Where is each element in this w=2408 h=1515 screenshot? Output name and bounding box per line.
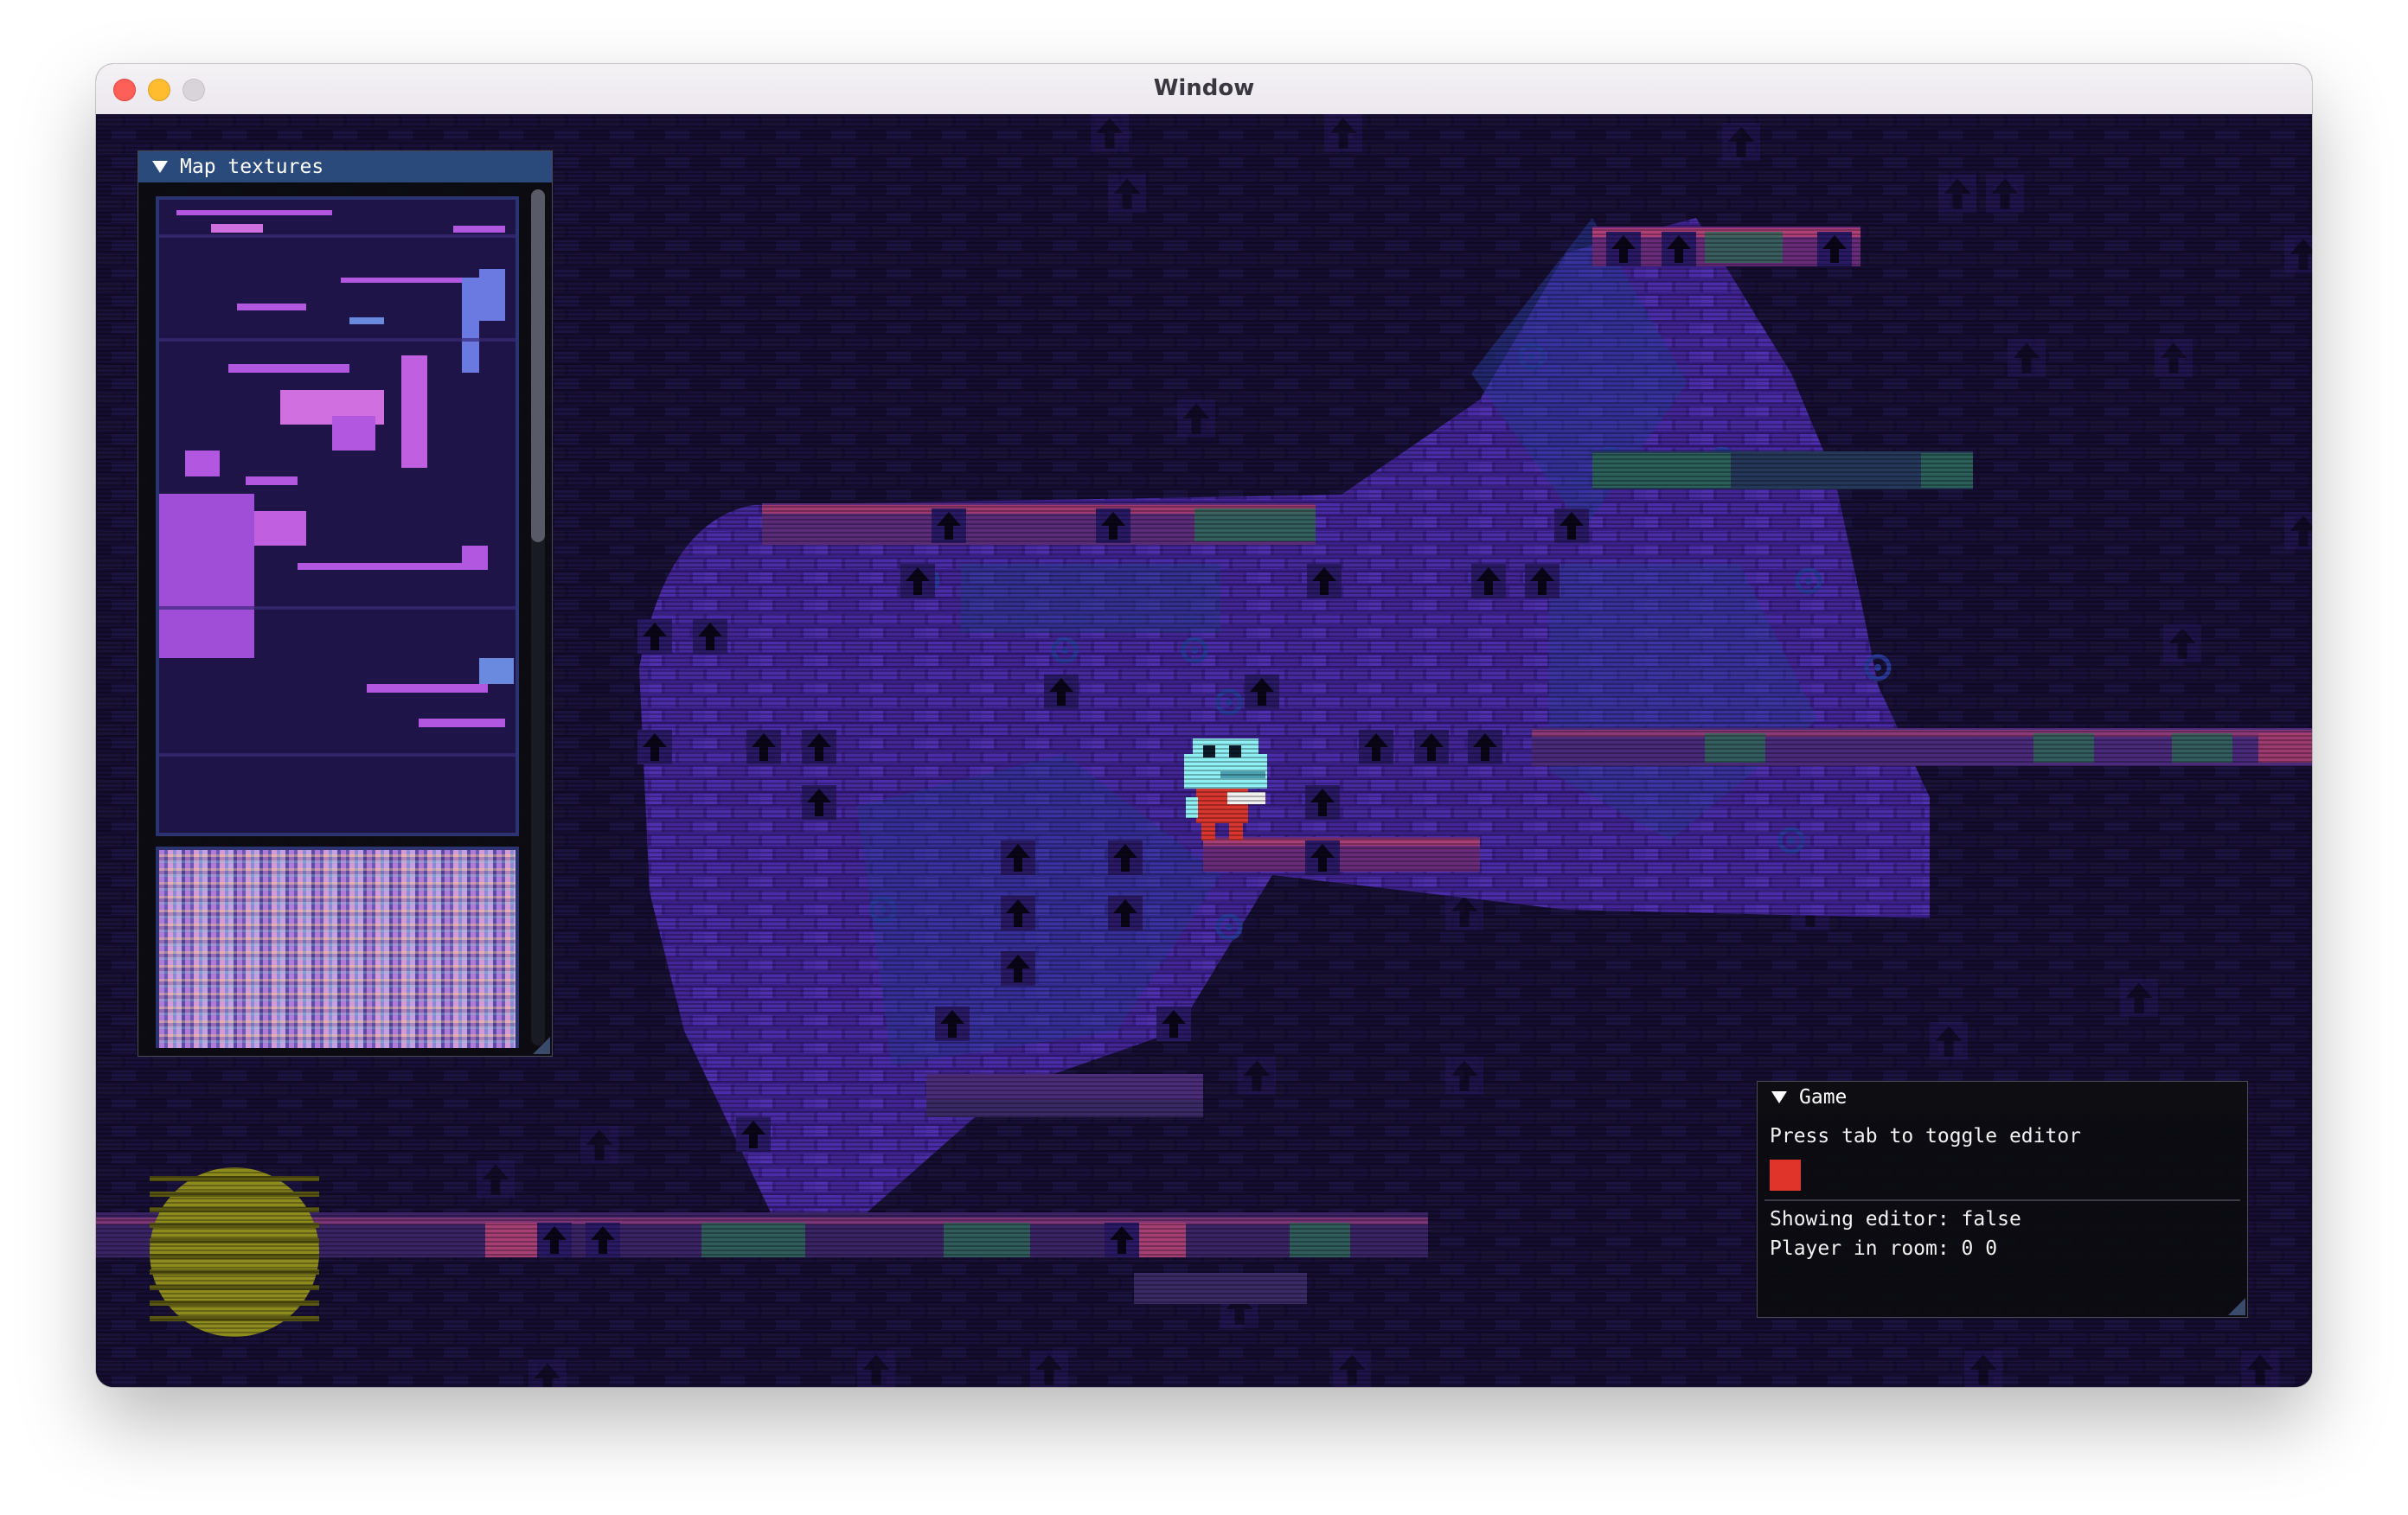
map-textures-title: Map textures (180, 156, 324, 178)
arrow-up-tile-icon (932, 508, 966, 543)
map-textures-panel[interactable]: Map textures (138, 150, 553, 1057)
showing-editor-text: Showing editor: false (1770, 1208, 2021, 1231)
arrow-up-tile-icon (1305, 841, 1340, 875)
arrow-up-tile-icon (1156, 1007, 1191, 1041)
editor-hint-text: Press tab to toggle editor (1770, 1125, 2082, 1147)
arrow-up-tile-icon (1930, 1022, 1968, 1060)
arrow-up-tile-icon (1001, 951, 1035, 986)
arrow-up-tile-icon (1817, 232, 1852, 266)
player-room-text: Player in room: 0 0 (1770, 1237, 1998, 1260)
title-bar: Window (96, 64, 2312, 115)
arrow-up-tile-icon (528, 1359, 567, 1387)
arrow-up-tile-icon (2284, 235, 2312, 273)
arrow-up-tile-icon (1177, 400, 1215, 438)
arrow-up-tile-icon (1468, 730, 1502, 764)
arrow-up-tile-icon (2284, 512, 2312, 550)
game-panel[interactable]: Game Press tab to toggle editor Showing … (1757, 1081, 2248, 1318)
arrow-up-tile-icon (1245, 674, 1279, 709)
arrow-up-tile-icon (1001, 841, 1035, 875)
arrow-up-tile-icon (1414, 730, 1449, 764)
arrow-up-tile-icon (586, 1223, 620, 1257)
arrow-up-tile-icon (1986, 175, 2024, 213)
arrow-up-tile-icon (1606, 232, 1641, 266)
arrow-up-tile-icon (1554, 508, 1589, 543)
arrow-up-tile-icon (1333, 1351, 1371, 1387)
sun-icon (150, 1167, 319, 1337)
arrow-up-tile-icon (2120, 979, 2158, 1017)
arrow-up-tile-icon (1305, 785, 1340, 820)
arrow-up-tile-icon (1964, 1351, 2002, 1387)
arrow-up-tile-icon (1938, 175, 1976, 213)
collapse-triangle-icon[interactable] (152, 161, 168, 173)
arrow-up-tile-icon (1044, 674, 1079, 709)
separator (1764, 1199, 2240, 1201)
arrow-up-tile-icon (1001, 896, 1035, 930)
arrow-up-tile-icon (1030, 1351, 1068, 1387)
arrow-up-tile-icon (637, 730, 672, 764)
arrow-up-tile-icon (1091, 114, 1129, 152)
window-title: Window (1153, 75, 1255, 101)
arrow-up-tile-icon (1525, 564, 1559, 598)
game-title-bar[interactable]: Game (1758, 1082, 2247, 1113)
game-panel-title: Game (1799, 1086, 1848, 1109)
arrow-up-tile-icon (2155, 339, 2193, 377)
arrow-up-tile-icon (1324, 114, 1362, 152)
arrow-up-tile-icon (1105, 1223, 1139, 1257)
arrow-up-tile-icon (935, 1007, 970, 1041)
arrow-up-tile-icon (1359, 730, 1393, 764)
arrow-up-tile-icon (1471, 564, 1506, 598)
platform (926, 1074, 1203, 1117)
platform (1134, 1273, 1307, 1304)
arrow-up-tile-icon (537, 1223, 572, 1257)
arrow-up-tile-icon (1096, 508, 1130, 543)
arrow-up-tile-icon (637, 619, 672, 654)
resize-grip[interactable] (533, 1037, 550, 1054)
arrow-up-tile-icon (900, 564, 935, 598)
platform (762, 503, 1316, 545)
map-textures-title-bar[interactable]: Map textures (138, 151, 552, 182)
arrow-up-tile-icon (1238, 1057, 1276, 1095)
arrow-up-tile-icon (802, 730, 836, 764)
arrow-up-tile-icon (1307, 564, 1342, 598)
arrow-up-tile-icon (802, 785, 836, 820)
arrow-up-tile-icon (2241, 1351, 2279, 1387)
tileset-atlas-image (156, 847, 519, 1048)
arrow-up-tile-icon (693, 619, 727, 654)
platform (1203, 837, 1480, 872)
arrow-up-tile-icon (1445, 1057, 1483, 1095)
textures-scrollbar-thumb[interactable] (531, 189, 545, 542)
arrow-up-tile-icon (580, 1126, 618, 1164)
map-texture-image (156, 196, 519, 836)
game-viewport[interactable]: Map textures Game Press tab to toggle ed… (96, 114, 2312, 1387)
arrow-up-tile-icon (1108, 175, 1146, 213)
arrow-up-tile-icon (1108, 841, 1143, 875)
arrow-up-tile-icon (2008, 339, 2046, 377)
arrow-up-tile-icon (857, 1351, 895, 1387)
arrow-up-tile-icon (477, 1160, 515, 1199)
textures-scroll-area[interactable] (156, 196, 519, 1048)
arrow-up-tile-icon (2163, 624, 2201, 662)
arrow-up-tile-icon (736, 1117, 771, 1152)
platform (1592, 451, 1973, 489)
arrow-up-tile-icon (746, 730, 781, 764)
arrow-up-tile-icon (1662, 232, 1696, 266)
collapse-triangle-icon[interactable] (1771, 1091, 1787, 1103)
arrow-up-tile-icon (1108, 896, 1143, 930)
app-window: Window Map textures Game Press tab to to… (96, 64, 2312, 1387)
color-swatch[interactable] (1770, 1160, 1801, 1191)
resize-grip[interactable] (2228, 1298, 2245, 1315)
platform (1532, 728, 2312, 766)
arrow-up-tile-icon (1722, 123, 1760, 161)
